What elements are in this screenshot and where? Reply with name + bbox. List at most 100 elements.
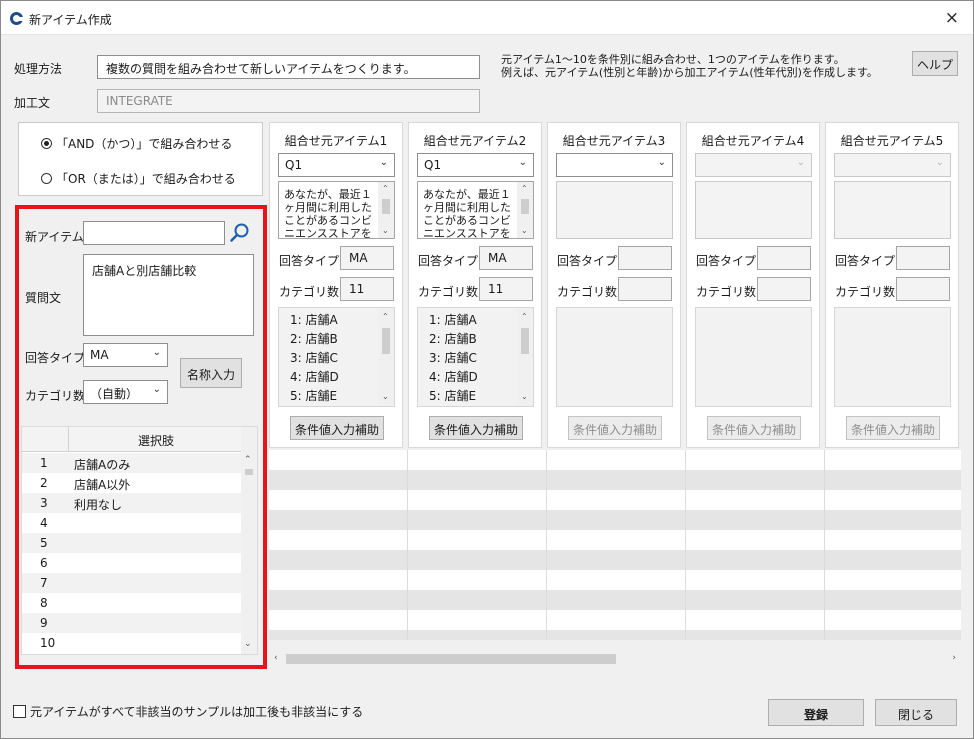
source-item-select[interactable]: ⌄ xyxy=(834,153,951,177)
source-category-count xyxy=(896,277,950,301)
source-question-text: あなたが、最近１ヶ月間に利用したことがあるコンビニエンスストアをお知らせ ⌃ ⌄ xyxy=(417,181,534,239)
source-category-scrollbar[interactable]: ⌃ ⌄ xyxy=(517,308,533,406)
choices-scrollbar[interactable]: ⌃ ⌄ xyxy=(241,427,257,654)
source-answer-type xyxy=(618,246,672,270)
name-input-button[interactable]: 名称入力 xyxy=(180,358,242,388)
condition-helper-button[interactable]: 条件値入力補助 xyxy=(846,416,940,440)
table-row[interactable]: 3 利用なし xyxy=(22,493,242,513)
scroll-down-icon[interactable]: ⌄ xyxy=(521,392,528,401)
condition-helper-button[interactable]: 条件値入力補助 xyxy=(290,416,384,440)
scroll-thumb[interactable] xyxy=(245,469,253,475)
list-item[interactable]: 1: 店舗A xyxy=(429,311,477,328)
source-panel-5: 組合せ元アイテム5 ⌄ 回答タイプ カテゴリ数 条件値入力補助 xyxy=(825,122,959,448)
chevron-down-icon: ⌄ xyxy=(152,347,161,358)
title-bar: 新アイテム作成 × xyxy=(1,1,973,35)
scroll-up-icon[interactable]: ⌃ xyxy=(382,312,389,321)
source-category-scrollbar[interactable]: ⌃ ⌄ xyxy=(378,308,394,406)
list-item[interactable]: 4: 店舗D xyxy=(429,368,478,385)
chevron-down-icon: ⌄ xyxy=(518,157,527,168)
answer-type-value: MA xyxy=(90,348,109,362)
category-count-value: （自動） xyxy=(90,387,139,401)
description-line-1: 元アイテム1～10を条件別に組み合わせ、1つのアイテムを作ります。 xyxy=(501,53,845,66)
radio-or-indicator[interactable] xyxy=(41,173,52,184)
choices-table: 選択肢 1 店舗Aのみ 2 店舗A以外 3 利用なし 4 5 6 7 8 9 10 ⌃… xyxy=(21,426,258,655)
list-item[interactable]: 3: 店舗C xyxy=(290,349,338,366)
method-label: 処理方法 xyxy=(14,62,63,76)
scroll-down-icon[interactable]: ⌄ xyxy=(244,639,252,649)
question-textarea[interactable]: 店舗Aと別店舗比較 xyxy=(83,254,254,336)
source-question-text xyxy=(695,181,812,239)
table-row[interactable]: 7 xyxy=(22,573,242,593)
table-row[interactable]: 6 xyxy=(22,553,242,573)
checkbox-box[interactable] xyxy=(13,705,26,718)
radio-and-indicator[interactable] xyxy=(41,138,52,149)
scroll-left-icon[interactable]: ‹ xyxy=(274,653,278,663)
close-button[interactable]: 閉じる xyxy=(875,699,957,726)
chevron-down-icon: ⌄ xyxy=(796,157,805,168)
scroll-down-icon[interactable]: ⌄ xyxy=(521,226,528,235)
source-title: 組合せ元アイテム3 xyxy=(562,134,666,148)
source-item-select[interactable]: ⌄ xyxy=(556,153,673,177)
list-item[interactable]: 5: 店舗E xyxy=(290,387,337,404)
help-button[interactable]: ヘルプ xyxy=(912,51,958,76)
description-text: 元アイテム1～10を条件別に組み合わせ、1つのアイテムを作ります。 例えば、元ア… xyxy=(501,53,878,79)
table-row[interactable]: 1 店舗Aのみ xyxy=(22,453,242,473)
source-item-select[interactable]: ⌄ xyxy=(695,153,812,177)
table-row[interactable]: 10 xyxy=(22,633,242,653)
source-question-scrollbar[interactable]: ⌃ ⌄ xyxy=(517,182,533,238)
source-question-text xyxy=(556,181,673,239)
search-icon[interactable] xyxy=(228,221,252,245)
new-item-input[interactable] xyxy=(83,221,225,245)
horizontal-scrollbar[interactable]: ‹ › xyxy=(269,650,961,668)
radio-or[interactable]: 「OR（または）」で組み合わせる xyxy=(41,170,236,187)
checkbox-label: 元アイテムがすべて非該当のサンプルは加工後も非該当にする xyxy=(30,705,364,719)
scroll-down-icon[interactable]: ⌄ xyxy=(382,392,389,401)
scroll-up-icon[interactable]: ⌃ xyxy=(244,455,252,465)
radio-and[interactable]: 「AND（かつ）」で組み合わせる xyxy=(41,135,232,152)
scroll-down-icon[interactable]: ⌄ xyxy=(382,226,389,235)
answer-type-select[interactable]: MA ⌄ xyxy=(83,343,168,367)
list-item[interactable]: 5: 店舗E xyxy=(429,387,476,404)
source-category-count xyxy=(618,277,672,301)
scroll-right-icon[interactable]: › xyxy=(952,653,956,663)
condition-helper-button[interactable]: 条件値入力補助 xyxy=(707,416,801,440)
process-field: INTEGRATE xyxy=(97,89,480,113)
condition-grid xyxy=(269,450,961,640)
category-count-select[interactable]: （自動） ⌄ xyxy=(83,380,168,404)
source-category-count xyxy=(757,277,811,301)
source-category-count: 11 xyxy=(340,277,394,301)
source-title: 組合せ元アイテム4 xyxy=(701,134,805,148)
table-row[interactable]: 2 店舗A以外 xyxy=(22,473,242,493)
list-item[interactable]: 2: 店舗B xyxy=(290,330,338,347)
condition-helper-button[interactable]: 条件値入力補助 xyxy=(429,416,523,440)
chevron-down-icon: ⌄ xyxy=(657,157,666,168)
scroll-up-icon[interactable]: ⌃ xyxy=(521,312,528,321)
source-category-count: 11 xyxy=(479,277,533,301)
register-button[interactable]: 登録 xyxy=(768,699,864,726)
source-category-list xyxy=(834,307,951,407)
source-title: 組合せ元アイテム5 xyxy=(840,134,944,148)
chevron-down-icon: ⌄ xyxy=(152,384,161,395)
list-item[interactable]: 2: 店舗B xyxy=(429,330,477,347)
scroll-thumb[interactable] xyxy=(286,654,616,664)
list-item[interactable]: 1: 店舗A xyxy=(290,311,338,328)
source-item-select[interactable]: Q1 ⌄ xyxy=(278,153,395,177)
close-icon[interactable]: × xyxy=(945,8,959,28)
source-panel-1: 組合せ元アイテム1 Q1 ⌄ あなたが、最近１ヶ月間に利用したことがあるコンビニ… xyxy=(269,122,403,448)
description-line-2: 例えば、元アイテム(性別と年齢)から加工アイテム(性年代別)を作成します。 xyxy=(501,66,878,79)
source-category-list xyxy=(556,307,673,407)
table-row[interactable]: 9 xyxy=(22,613,242,633)
table-row[interactable]: 4 xyxy=(22,513,242,533)
list-item[interactable]: 3: 店舗C xyxy=(429,349,477,366)
condition-helper-button[interactable]: 条件値入力補助 xyxy=(568,416,662,440)
method-field[interactable]: 複数の質問を組み合わせて新しいアイテムをつくります。 xyxy=(97,55,480,79)
table-row[interactable]: 8 xyxy=(22,593,242,613)
source-question-scrollbar[interactable]: ⌃ ⌄ xyxy=(378,182,394,238)
source-item-select[interactable]: Q1 ⌄ xyxy=(417,153,534,177)
non-applicable-checkbox[interactable]: 元アイテムがすべて非該当のサンプルは加工後も非該当にする xyxy=(13,703,363,720)
list-item[interactable]: 4: 店舗D xyxy=(290,368,339,385)
table-row[interactable]: 5 xyxy=(22,533,242,553)
scroll-up-icon[interactable]: ⌃ xyxy=(521,184,528,193)
scroll-up-icon[interactable]: ⌃ xyxy=(382,184,389,193)
question-label: 質問文 xyxy=(25,291,62,305)
